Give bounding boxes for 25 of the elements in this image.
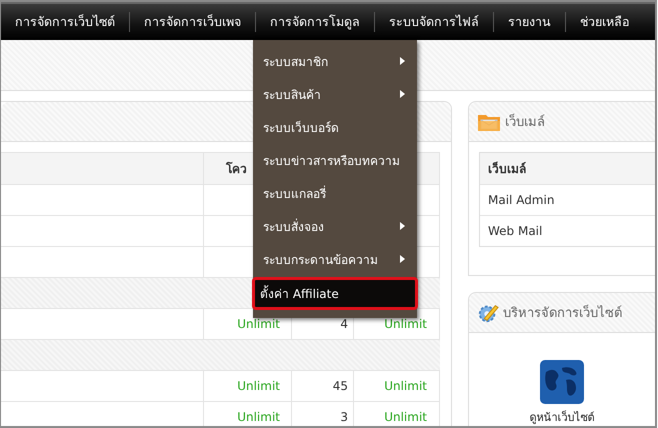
panel-title: บริหารจัดการเว็บไซต์ bbox=[503, 304, 622, 323]
nav-menu-item[interactable]: การจัดการเว็บไซต์ bbox=[15, 12, 129, 32]
table-cell: Web Mail bbox=[480, 215, 655, 246]
dropdown-menu-item[interactable]: ระบบสั่งจอง bbox=[253, 211, 417, 242]
table-cell: Mail Admin bbox=[480, 184, 655, 215]
nav-menu-item[interactable]: การจัดการเว็บเพจ bbox=[144, 12, 255, 32]
table-cell: Unlimit bbox=[204, 402, 292, 426]
nav-menu-item[interactable]: การจัดการโมดูล bbox=[270, 12, 374, 32]
table-cell: Unlimit bbox=[354, 371, 440, 401]
view-website-link[interactable]: ดูหน้าเว็บไซต์ bbox=[530, 408, 594, 426]
dropdown-menu-item[interactable]: ระบบเว็บบอร์ด bbox=[253, 112, 417, 143]
table-header-cell: เว็บเมล์ bbox=[480, 153, 655, 184]
globe-icon[interactable] bbox=[540, 360, 584, 404]
table-cell: Unlimit bbox=[204, 371, 292, 401]
nav-menu-item[interactable]: รายงาน bbox=[508, 12, 565, 32]
dropdown-menu-item[interactable]: ระบบสินค้า bbox=[253, 79, 417, 110]
dropdown-menu-item[interactable]: ตั้งค่า Affiliate bbox=[252, 277, 418, 310]
table-cell: Unlimit bbox=[354, 402, 440, 426]
table-cell: 3 bbox=[292, 402, 354, 426]
dropdown-menu-item[interactable]: ระบบสมาชิก bbox=[253, 46, 417, 77]
table-cell: 45 bbox=[292, 371, 354, 401]
dropdown-menu-item[interactable]: ระบบกระดานข้อความ bbox=[253, 244, 417, 275]
nav-menu-item[interactable]: ช่วยเหลือ bbox=[580, 12, 644, 32]
panel-title: เว็บเมล์ bbox=[505, 112, 545, 132]
nav-menu-item[interactable]: ระบบจัดการไฟล์ bbox=[389, 12, 493, 32]
